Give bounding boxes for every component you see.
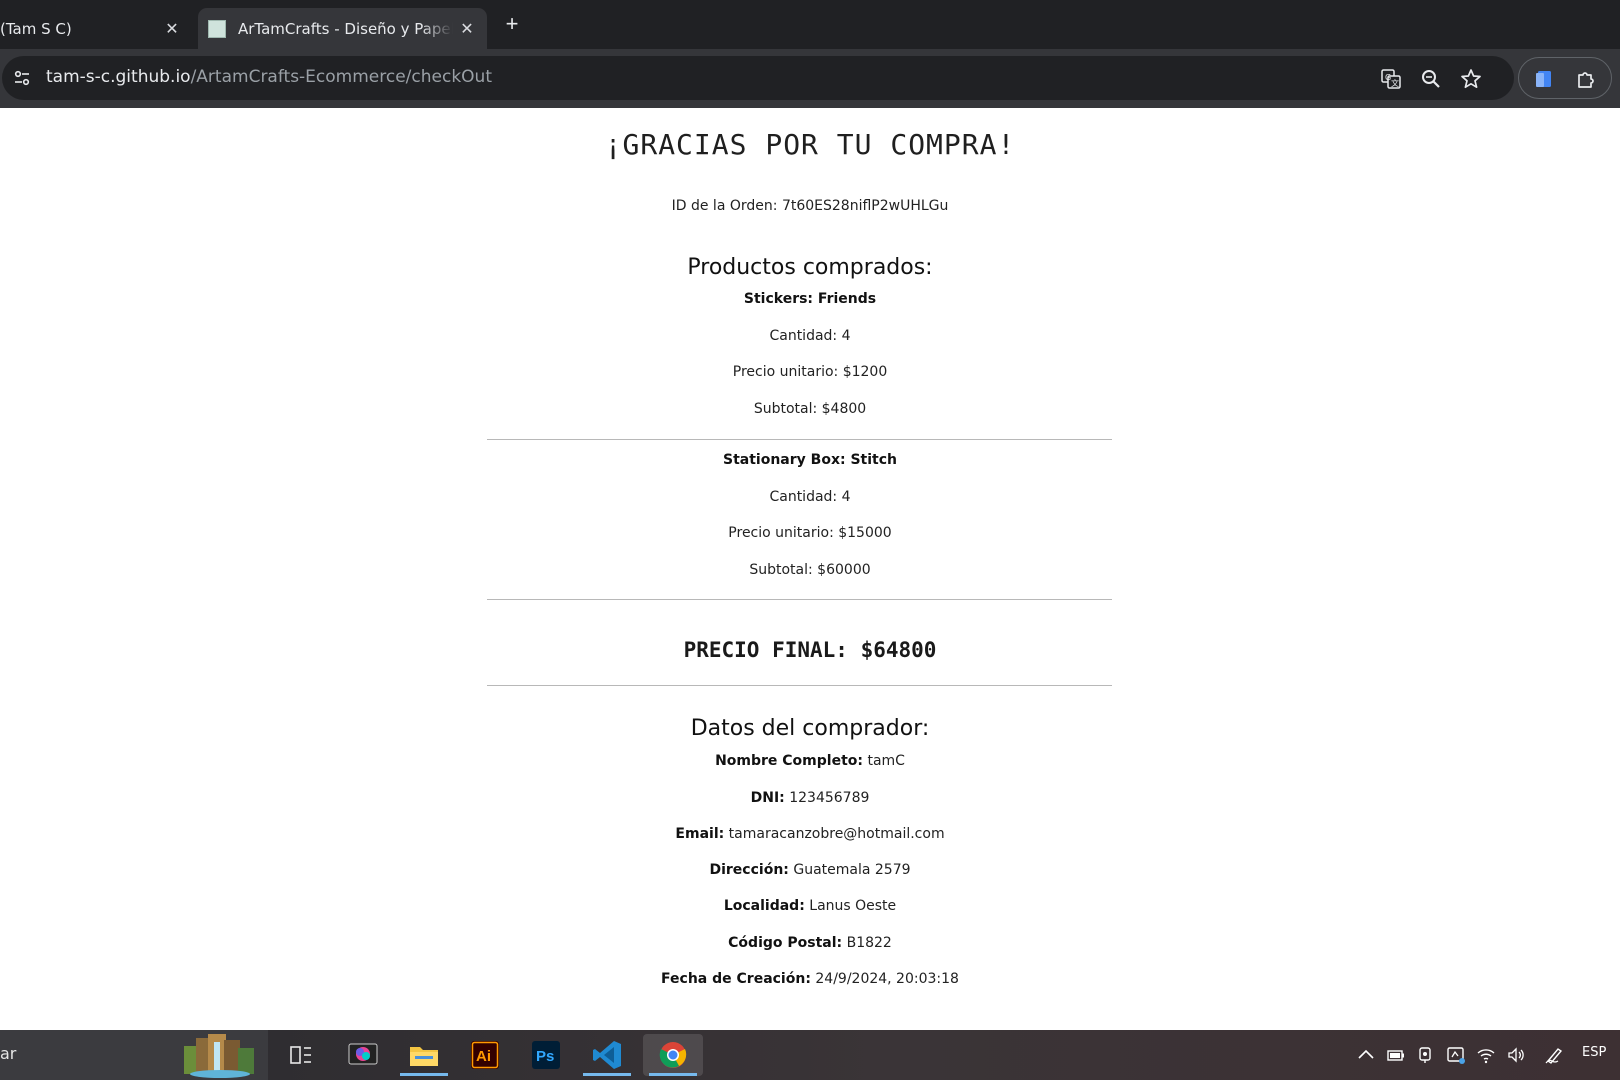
illustrator-label: Ai	[476, 1048, 491, 1065]
running-indicator	[583, 1073, 631, 1076]
buyer-postal-row: Código Postal: B1822	[0, 935, 1620, 951]
file-explorer-icon[interactable]	[398, 1034, 450, 1076]
windows-taskbar: ar Ai Ps ESP	[0, 1030, 1620, 1080]
product-quantity: Cantidad: 4	[769, 489, 851, 505]
field-label: Fecha de Creación:	[661, 971, 811, 987]
buyer-heading: Datos del comprador:	[690, 716, 930, 741]
url-path: /ArtamCrafts-Ecommerce/checkOut	[190, 67, 492, 87]
chrome-icon[interactable]	[643, 1034, 703, 1076]
divider	[487, 599, 1112, 600]
field-label: Dirección:	[709, 862, 789, 878]
buyer-locality-row: Localidad: Lanus Oeste	[0, 898, 1620, 914]
close-icon[interactable]: ✕	[453, 19, 481, 38]
field-value: tamaracanzobre@hotmail.com	[728, 826, 945, 842]
field-value: 24/9/2024, 20:03:18	[815, 971, 959, 987]
product-quantity: Cantidad: 4	[769, 328, 851, 344]
translate-icon[interactable]: G 文	[1380, 68, 1402, 90]
vscode-icon[interactable]	[581, 1034, 633, 1076]
extensions-group	[1518, 57, 1612, 99]
buyer-email-row: Email: tamaracanzobre@hotmail.com	[0, 826, 1620, 842]
wifi-icon[interactable]	[1476, 1045, 1496, 1065]
photoshop-label: Ps	[536, 1048, 554, 1065]
favicon-icon	[208, 19, 226, 38]
pen-icon[interactable]	[1544, 1045, 1564, 1065]
product-name: Stickers: Friends	[743, 291, 877, 307]
volume-icon[interactable]	[1506, 1045, 1526, 1065]
product-subtotal: Subtotal: $4800	[753, 401, 867, 417]
product-unit-price: Precio unitario: $1200	[732, 364, 888, 380]
field-label: Nombre Completo:	[715, 753, 863, 769]
illustrator-icon[interactable]: Ai	[459, 1034, 511, 1076]
field-value: B1822	[846, 935, 892, 951]
url-host: tam-s-c.github.io	[46, 67, 191, 87]
field-value: Lanus Oeste	[809, 898, 897, 914]
final-price: PRECIO FINAL: $64800	[683, 638, 937, 662]
field-value: Guatemala 2579	[793, 862, 911, 878]
search-text: ar	[0, 1044, 17, 1063]
bookmark-star-icon[interactable]	[1460, 68, 1482, 90]
taskbar-search[interactable]: ar	[0, 1030, 268, 1080]
field-label: Código Postal:	[728, 935, 843, 951]
product-name: Stationary Box: Stitch	[723, 452, 897, 468]
browser-toolbar: tam-s-c.github.io/ArtamCrafts-Ecommerce/…	[0, 49, 1620, 108]
extension-docs-icon[interactable]	[1533, 68, 1555, 90]
field-label: DNI:	[750, 790, 785, 806]
order-id-label: ID de la Orden:	[671, 198, 778, 214]
buyer-date-row: Fecha de Creación: 24/9/2024, 20:03:18	[0, 971, 1620, 987]
url-text[interactable]: tam-s-c.github.io/ArtamCrafts-Ecommerce/…	[46, 67, 492, 87]
site-info-icon[interactable]	[12, 68, 32, 88]
divider	[487, 685, 1112, 686]
field-value: tamC	[867, 753, 905, 769]
field-value: 123456789	[789, 790, 870, 806]
photoshop-icon[interactable]: Ps	[520, 1034, 572, 1076]
running-indicator	[649, 1073, 697, 1076]
page-title: ¡GRACIAS POR TU COMPRA!	[604, 128, 1016, 161]
browser-tab-active[interactable]: ArTamCrafts - Diseño y Papelería ✕	[198, 8, 487, 49]
search-highlight-icon	[176, 1032, 264, 1078]
new-tab-icon[interactable]: +	[498, 10, 526, 38]
divider	[487, 439, 1112, 440]
chevron-up-icon[interactable]	[1356, 1045, 1376, 1065]
svg-text:文: 文	[1391, 78, 1399, 88]
buyer-name-row: Nombre Completo: tamC	[0, 753, 1620, 769]
order-id-value: 7t60ES28niflP2wUHLGu	[781, 198, 949, 214]
running-indicator	[400, 1073, 448, 1076]
photo-app-icon[interactable]	[337, 1034, 389, 1076]
field-label: Email:	[675, 826, 725, 842]
tab-title: (Tam S C)	[0, 19, 72, 38]
browser-tab-1[interactable]: (Tam S C) ✕	[0, 8, 192, 49]
browser-tab-bar: (Tam S C) ✕ ArTamCrafts - Diseño y Papel…	[0, 0, 1620, 49]
order-id: ID de la Orden: 7t60ES28niflP2wUHLGu	[0, 198, 1620, 214]
product-unit-price: Precio unitario: $15000	[728, 525, 892, 541]
checkout-page: ¡GRACIAS POR TU COMPRA! ID de la Orden: …	[0, 108, 1620, 1030]
task-view-icon[interactable]	[275, 1034, 327, 1076]
product-subtotal: Subtotal: $60000	[749, 562, 871, 578]
extensions-puzzle-icon[interactable]	[1575, 68, 1597, 90]
address-bar[interactable]: tam-s-c.github.io/ArtamCrafts-Ecommerce/…	[2, 56, 1514, 100]
buyer-address-row: Dirección: Guatemala 2579	[0, 862, 1620, 878]
products-heading: Productos comprados:	[687, 255, 933, 280]
zoom-icon[interactable]	[1420, 68, 1442, 90]
battery-icon[interactable]	[1386, 1045, 1406, 1065]
language-indicator[interactable]: ESP	[1582, 1045, 1606, 1060]
field-label: Localidad:	[723, 898, 805, 914]
notification-app-icon[interactable]	[1446, 1045, 1466, 1065]
close-icon[interactable]: ✕	[158, 19, 186, 38]
webcam-icon[interactable]	[1416, 1045, 1436, 1065]
buyer-dni-row: DNI: 123456789	[0, 790, 1620, 806]
tab-title: ArTamCrafts - Diseño y Papelería	[238, 19, 453, 38]
